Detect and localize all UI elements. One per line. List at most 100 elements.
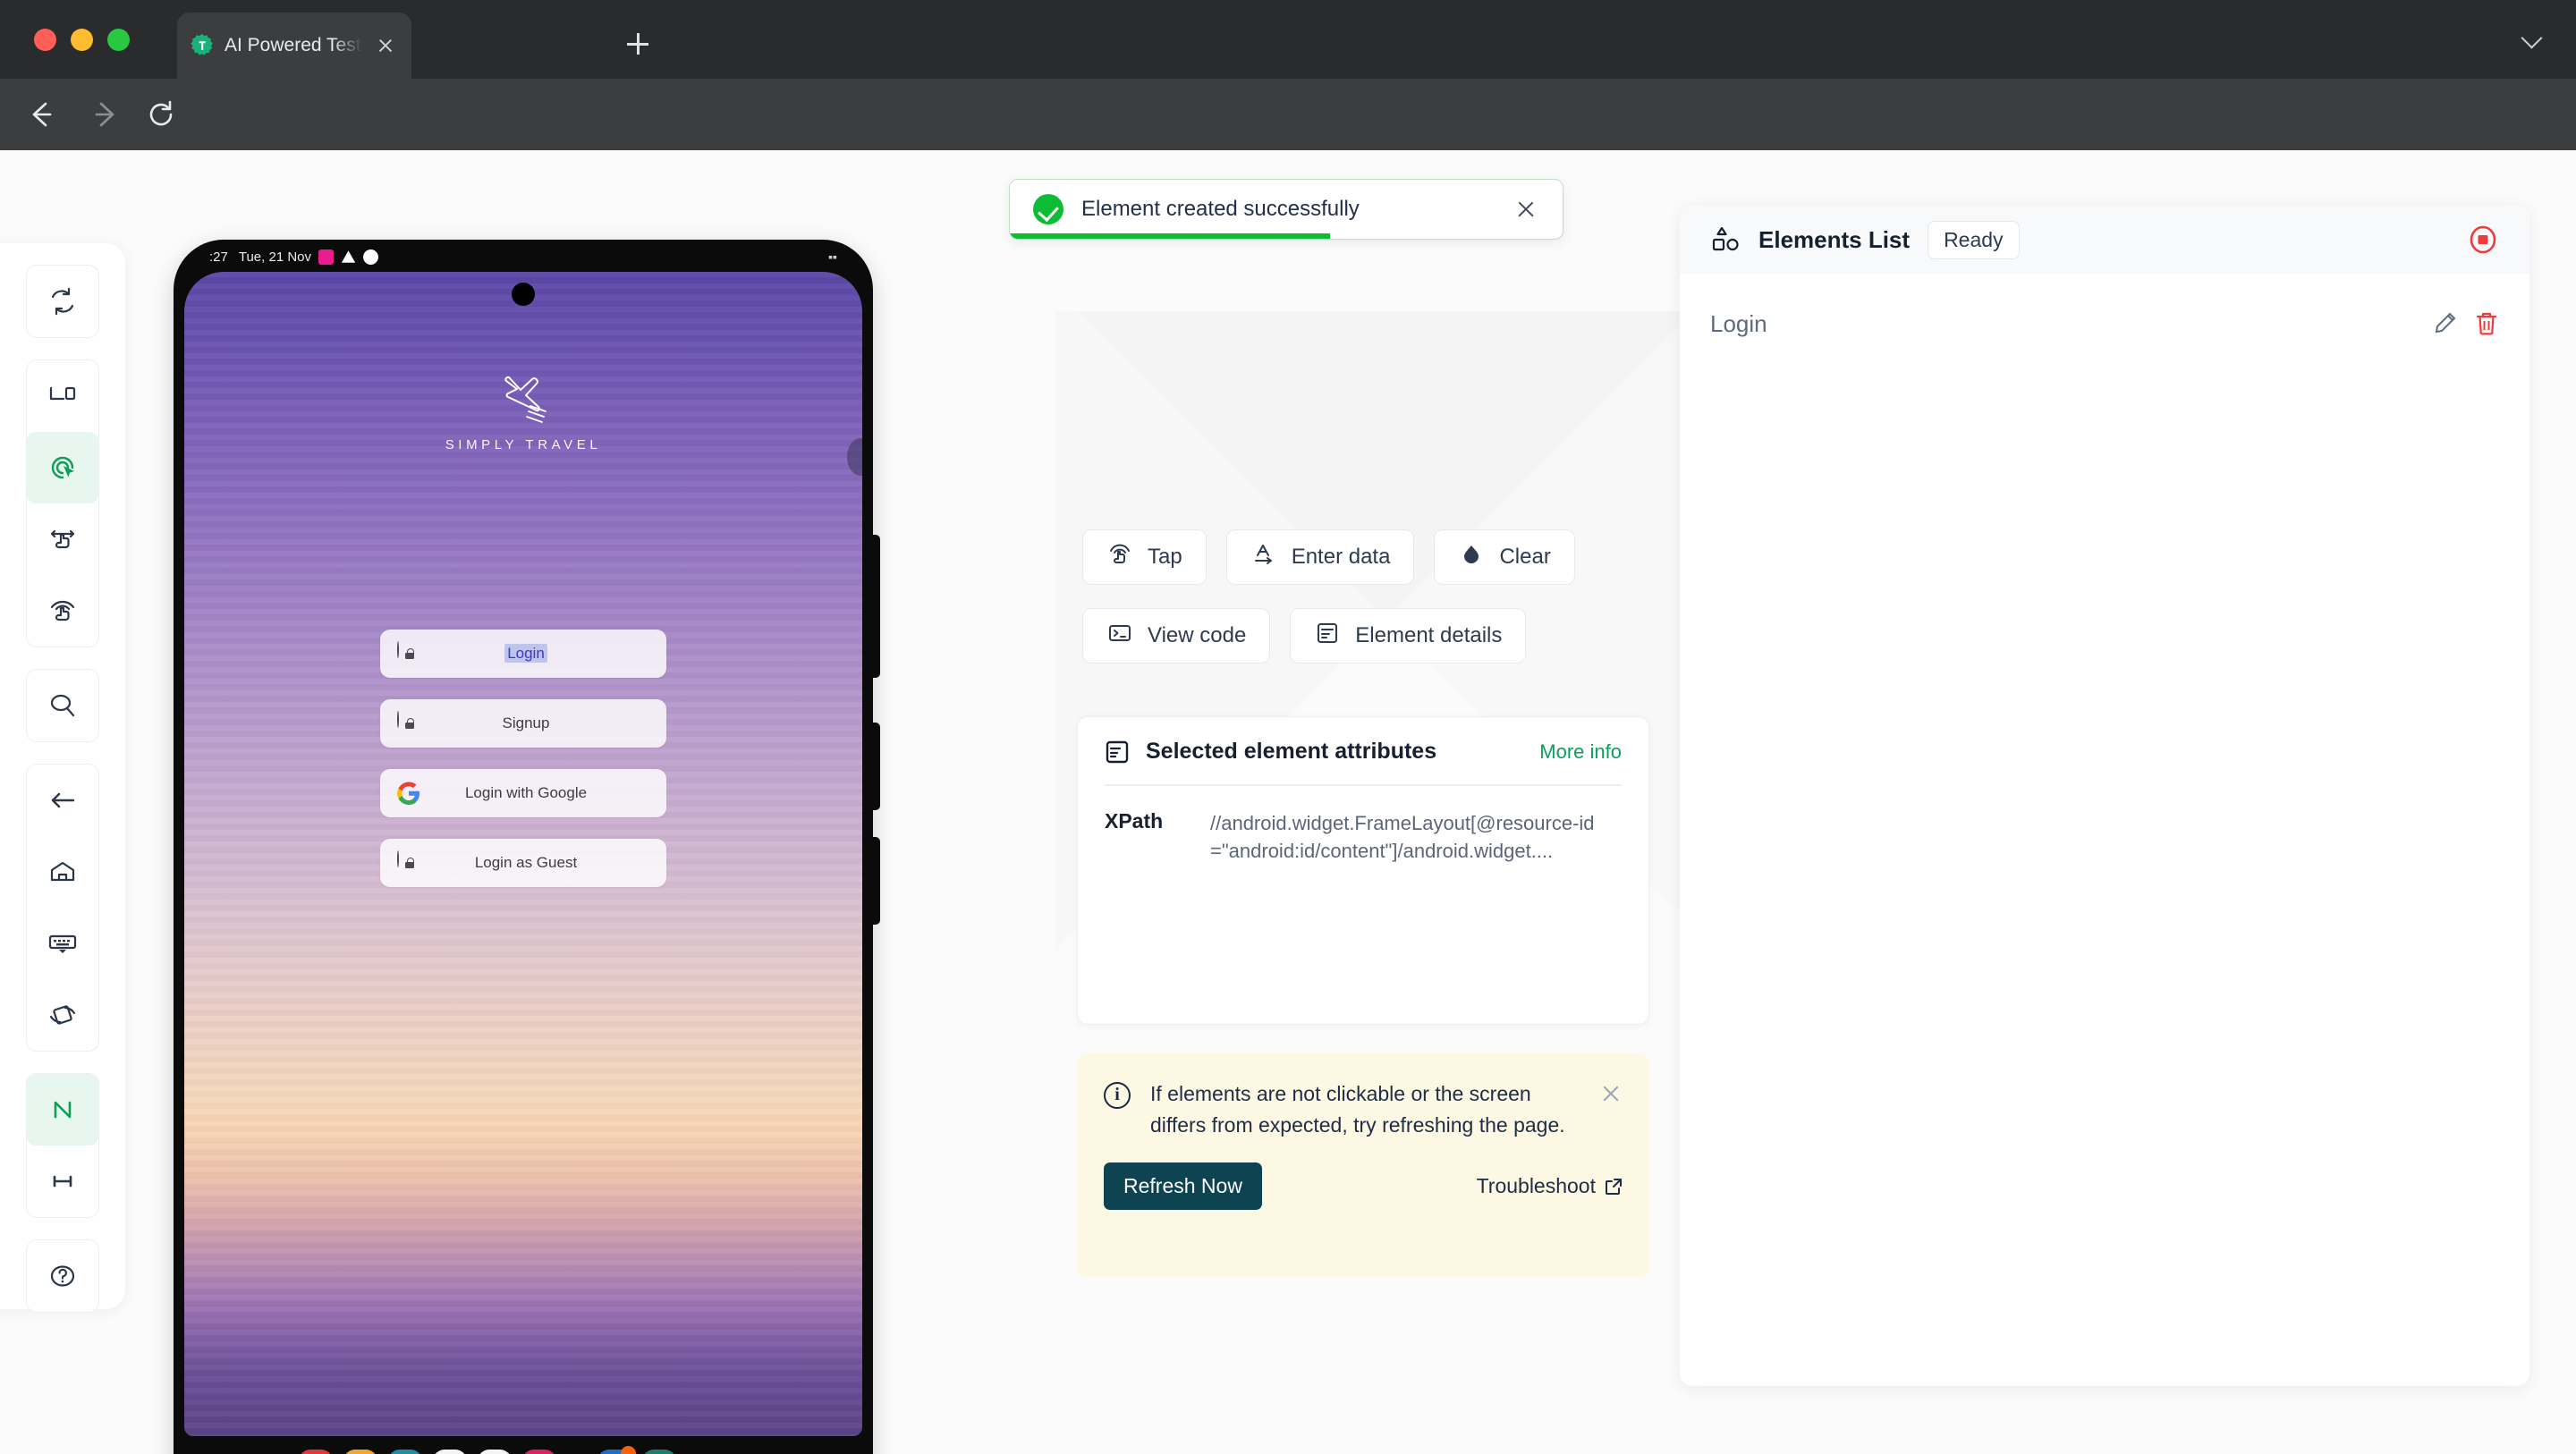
tap-button[interactable]: Tap xyxy=(1082,529,1207,585)
messages-icon[interactable] xyxy=(433,1450,467,1454)
elements-list-header: Elements List Ready xyxy=(1680,206,2529,274)
lock-icon xyxy=(397,711,420,735)
status-time: :27 xyxy=(209,249,228,265)
google-icon xyxy=(397,782,420,805)
rail-group-help xyxy=(26,1239,99,1313)
button-label: Element details xyxy=(1355,623,1503,647)
chevron-down-icon[interactable] xyxy=(2522,30,2544,43)
app-logo: SIMPLY TRAVEL xyxy=(184,370,862,452)
dock-app-icons xyxy=(299,1446,676,1454)
phone-status-bar: :27 Tue, 21 Nov ▪▪ xyxy=(186,243,860,270)
trash-icon[interactable] xyxy=(2474,310,2499,337)
troubleshoot-link[interactable]: Troubleshoot xyxy=(1477,1174,1623,1198)
forward-arrow-icon[interactable] xyxy=(88,97,123,132)
browser-tab[interactable]: AI Powered Test Automation P xyxy=(177,13,411,79)
browser-chrome: AI Powered Test Automation P app.testsig… xyxy=(0,0,2576,213)
keyboard-icon[interactable] xyxy=(27,908,98,979)
rail-group-mode xyxy=(26,1073,99,1218)
notification-badge xyxy=(621,1446,636,1454)
close-window-button[interactable] xyxy=(34,29,56,51)
toast-message: Element created successfully xyxy=(1081,197,1360,221)
search-icon[interactable] xyxy=(27,670,98,741)
more-info-link[interactable]: More info xyxy=(1539,740,1622,764)
elements-list-panel: Elements List Ready Login xyxy=(1680,206,2529,1386)
attribute-value: //android.widget.FrameLayout[@resource-i… xyxy=(1210,811,1595,862)
rotate-screen-icon[interactable] xyxy=(27,979,98,1051)
android-back-icon[interactable] xyxy=(27,765,98,836)
status-app-icon xyxy=(318,249,335,265)
horizontal-mode-letter[interactable] xyxy=(27,1145,98,1217)
chrome-icon[interactable] xyxy=(478,1450,512,1454)
tab-strip: AI Powered Test Automation P xyxy=(0,0,2576,79)
status-app-icon xyxy=(363,249,379,265)
android-studio-icon[interactable] xyxy=(642,1450,676,1454)
app-logo-text: SIMPLY TRAVEL xyxy=(445,437,602,452)
tab-title: AI Powered Test Automation P xyxy=(225,35,362,55)
settings-icon[interactable] xyxy=(597,1446,636,1454)
calendar-icon[interactable] xyxy=(388,1450,422,1454)
minimize-window-button[interactable] xyxy=(71,29,93,51)
app-button-signup[interactable]: Signup xyxy=(380,699,666,748)
phone-dock xyxy=(184,1436,862,1454)
app-login-buttons: Login Signup Login with Google Login as … xyxy=(184,630,862,909)
refresh-device-icon[interactable] xyxy=(27,266,98,337)
new-tab-icon[interactable] xyxy=(617,23,658,64)
tap-icon xyxy=(1106,541,1133,574)
clear-button[interactable]: Clear xyxy=(1434,529,1575,585)
device-tool-rail xyxy=(0,243,125,1313)
swipe-icon[interactable] xyxy=(27,503,98,575)
app-button-login[interactable]: Login xyxy=(380,630,666,678)
button-label: Clear xyxy=(1499,545,1551,569)
button-label: Enter data xyxy=(1291,545,1391,569)
enter-text-icon xyxy=(1250,541,1277,574)
action-buttons-row-secondary: View code Element details xyxy=(1082,608,1527,664)
view-code-button[interactable]: View code xyxy=(1082,608,1271,664)
device-preview: :27 Tue, 21 Nov ▪▪ SIMPLY TRAVEL Login S… xyxy=(174,240,880,1454)
help-icon[interactable] xyxy=(27,1240,98,1312)
list-item[interactable]: Login xyxy=(1710,299,2499,349)
reload-icon[interactable] xyxy=(143,97,179,132)
troubleshoot-label: Troubleshoot xyxy=(1476,1173,1596,1197)
element-details-button[interactable]: Element details xyxy=(1290,608,1527,664)
back-arrow-icon[interactable] xyxy=(23,97,59,132)
rail-group-interactions xyxy=(26,359,99,647)
close-icon[interactable] xyxy=(1513,196,1539,223)
app-icon-red[interactable] xyxy=(299,1450,333,1454)
status-badge[interactable]: Ready xyxy=(1928,220,2020,259)
app-button-login-with-google[interactable]: Login with Google xyxy=(380,769,666,817)
phone-volume-down-button xyxy=(872,837,880,925)
lock-icon xyxy=(397,641,420,665)
app-button-label: Login with Google xyxy=(464,784,588,801)
terminal-icon xyxy=(1106,620,1133,653)
attribute-key: XPath xyxy=(1105,808,1164,833)
elements-list: Login xyxy=(1680,274,2529,349)
pencil-icon[interactable] xyxy=(2431,310,2458,337)
app-page: :27 Tue, 21 Nov ▪▪ SIMPLY TRAVEL Login S… xyxy=(0,150,2576,1454)
android-home-icon[interactable] xyxy=(27,836,98,908)
app-icon-pink[interactable] xyxy=(522,1450,556,1454)
attribute-row: XPath //android.widget.FrameLayout[@reso… xyxy=(1078,786,1648,865)
natural-mode-letter[interactable] xyxy=(27,1074,98,1145)
button-label: Tap xyxy=(1148,545,1182,569)
device-layout-icon[interactable] xyxy=(27,360,98,432)
enter-data-button[interactable]: Enter data xyxy=(1225,529,1415,585)
refresh-now-button[interactable]: Refresh Now xyxy=(1104,1162,1262,1210)
camera-punch-hole-icon xyxy=(512,283,535,306)
phone-screen[interactable]: SIMPLY TRAVEL Login Signup Login with Go… xyxy=(184,272,862,1436)
long-press-icon[interactable] xyxy=(27,575,98,647)
rail-group-device-nav xyxy=(26,764,99,1052)
details-icon xyxy=(1314,620,1341,653)
card-header: Selected element attributes More info xyxy=(1078,717,1648,784)
selected-element-attributes-card: Selected element attributes More info XP… xyxy=(1077,716,1649,1025)
tap-record-icon[interactable] xyxy=(27,432,98,503)
maximize-window-button[interactable] xyxy=(107,29,130,51)
external-link-icon xyxy=(1605,1177,1623,1196)
info-banner-text: If elements are not clickable or the scr… xyxy=(1150,1082,1565,1137)
app-button-login-as-guest[interactable]: Login as Guest xyxy=(380,839,666,887)
close-icon[interactable] xyxy=(1599,1082,1623,1105)
close-icon[interactable] xyxy=(372,32,399,59)
signal-icon: ▪▪ xyxy=(828,249,837,264)
eraser-icon xyxy=(1458,541,1485,574)
stop-recording-icon[interactable] xyxy=(2467,224,2499,256)
app-icon-yellow[interactable] xyxy=(343,1450,377,1454)
